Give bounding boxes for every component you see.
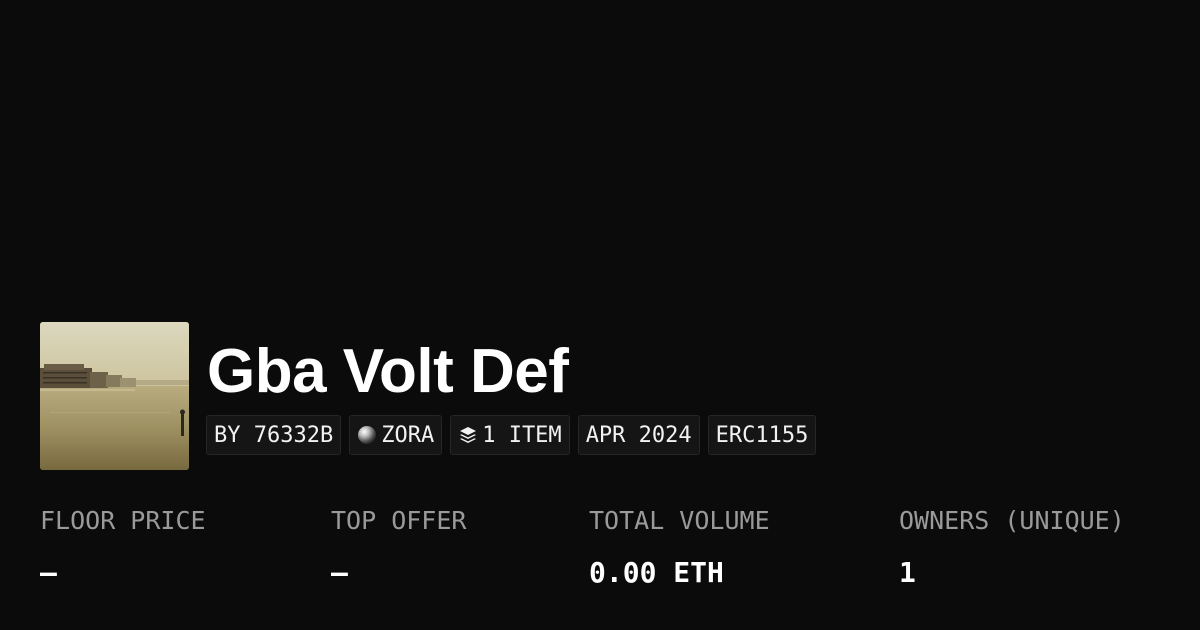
owners-stat: OWNERS (UNIQUE) 1 <box>899 505 1125 590</box>
creator-tag[interactable]: BY 76332B <box>206 415 342 455</box>
floor-price-label: FLOOR PRICE <box>40 506 206 535</box>
creator-tag-label: BY 76332B <box>214 422 334 448</box>
collection-image <box>40 322 189 470</box>
standard-tag: ERC1155 <box>707 415 817 455</box>
top-offer-stat: TOP OFFER – <box>331 505 466 590</box>
owners-label: OWNERS (UNIQUE) <box>899 506 1125 535</box>
zora-orb-icon <box>357 425 377 445</box>
date-tag-label: APR 2024 <box>585 422 692 448</box>
total-volume-label: TOTAL VOLUME <box>589 506 770 535</box>
total-volume-value: 0.00 ETH <box>589 556 724 589</box>
floor-price-value: – <box>40 556 57 589</box>
collection-title: Gba Volt Def <box>207 337 569 406</box>
network-tag-label: ZORA <box>381 422 435 448</box>
owners-value: 1 <box>899 556 916 589</box>
top-offer-label: TOP OFFER <box>331 506 467 535</box>
total-volume-stat: TOTAL VOLUME 0.00 ETH <box>589 505 770 590</box>
items-tag[interactable]: 1 ITEM <box>450 415 570 455</box>
top-offer-value: – <box>331 556 348 589</box>
date-tag: APR 2024 <box>577 415 700 455</box>
items-tag-label: 1 ITEM <box>482 422 562 448</box>
layers-icon <box>458 425 478 445</box>
standard-tag-label: ERC1155 <box>715 422 809 448</box>
floor-price-stat: FLOOR PRICE – <box>40 505 206 590</box>
collection-tags: BY 76332B ZORA 1 ITEM APR 2024 ERC1155 <box>206 415 817 455</box>
network-tag[interactable]: ZORA <box>349 415 443 455</box>
